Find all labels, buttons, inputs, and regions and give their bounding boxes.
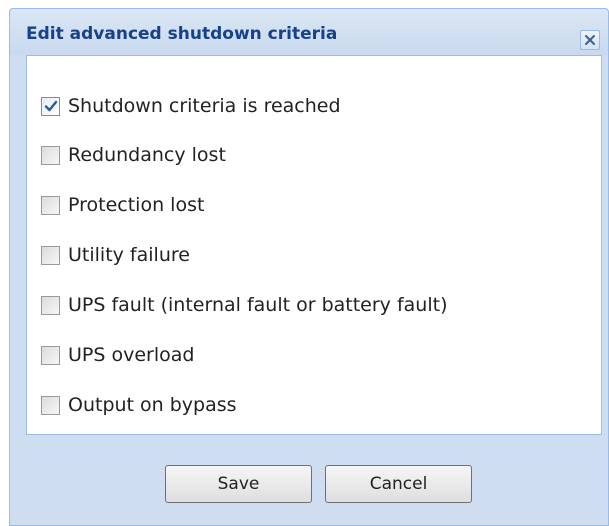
option-protection-lost[interactable]: Protection lost [41, 190, 204, 220]
close-icon [585, 35, 595, 45]
option-utility-failure[interactable]: Utility failure [41, 240, 190, 270]
dialog-footer: Save Cancel [10, 435, 608, 525]
checkbox[interactable] [41, 195, 60, 215]
cancel-button[interactable]: Cancel [325, 465, 472, 503]
option-ups-fault[interactable]: UPS fault (internal fault or battery fau… [41, 290, 447, 320]
option-label: Protection lost [68, 194, 205, 216]
close-button[interactable] [580, 30, 600, 50]
option-output-on-bypass[interactable]: Output on bypass [41, 390, 237, 420]
option-label: Output on bypass [68, 394, 237, 416]
option-label: Redundancy lost [68, 144, 226, 166]
checkbox[interactable] [41, 96, 60, 116]
checkbox[interactable] [41, 345, 60, 365]
option-ups-overload[interactable]: UPS overload [41, 340, 194, 370]
checkbox[interactable] [41, 395, 60, 415]
edit-shutdown-criteria-dialog: Edit advanced shutdown criteria Shutdown… [9, 8, 609, 526]
dialog-title: Edit advanced shutdown criteria [26, 24, 338, 44]
dialog-titlebar: Edit advanced shutdown criteria [10, 9, 608, 55]
option-label: Shutdown criteria is reached [68, 95, 341, 117]
option-label: Utility failure [68, 244, 190, 266]
option-redundancy-lost[interactable]: Redundancy lost [41, 140, 226, 170]
checkbox[interactable] [41, 145, 60, 165]
checkbox[interactable] [41, 295, 60, 315]
criteria-panel: Shutdown criteria is reached Redundancy … [26, 55, 602, 435]
checkmark-icon [44, 100, 57, 112]
option-shutdown-criteria-reached[interactable]: Shutdown criteria is reached [41, 91, 341, 121]
save-button[interactable]: Save [165, 465, 312, 503]
checkbox[interactable] [41, 245, 60, 265]
option-label: UPS fault (internal fault or battery fau… [68, 294, 448, 316]
option-label: UPS overload [68, 344, 195, 366]
